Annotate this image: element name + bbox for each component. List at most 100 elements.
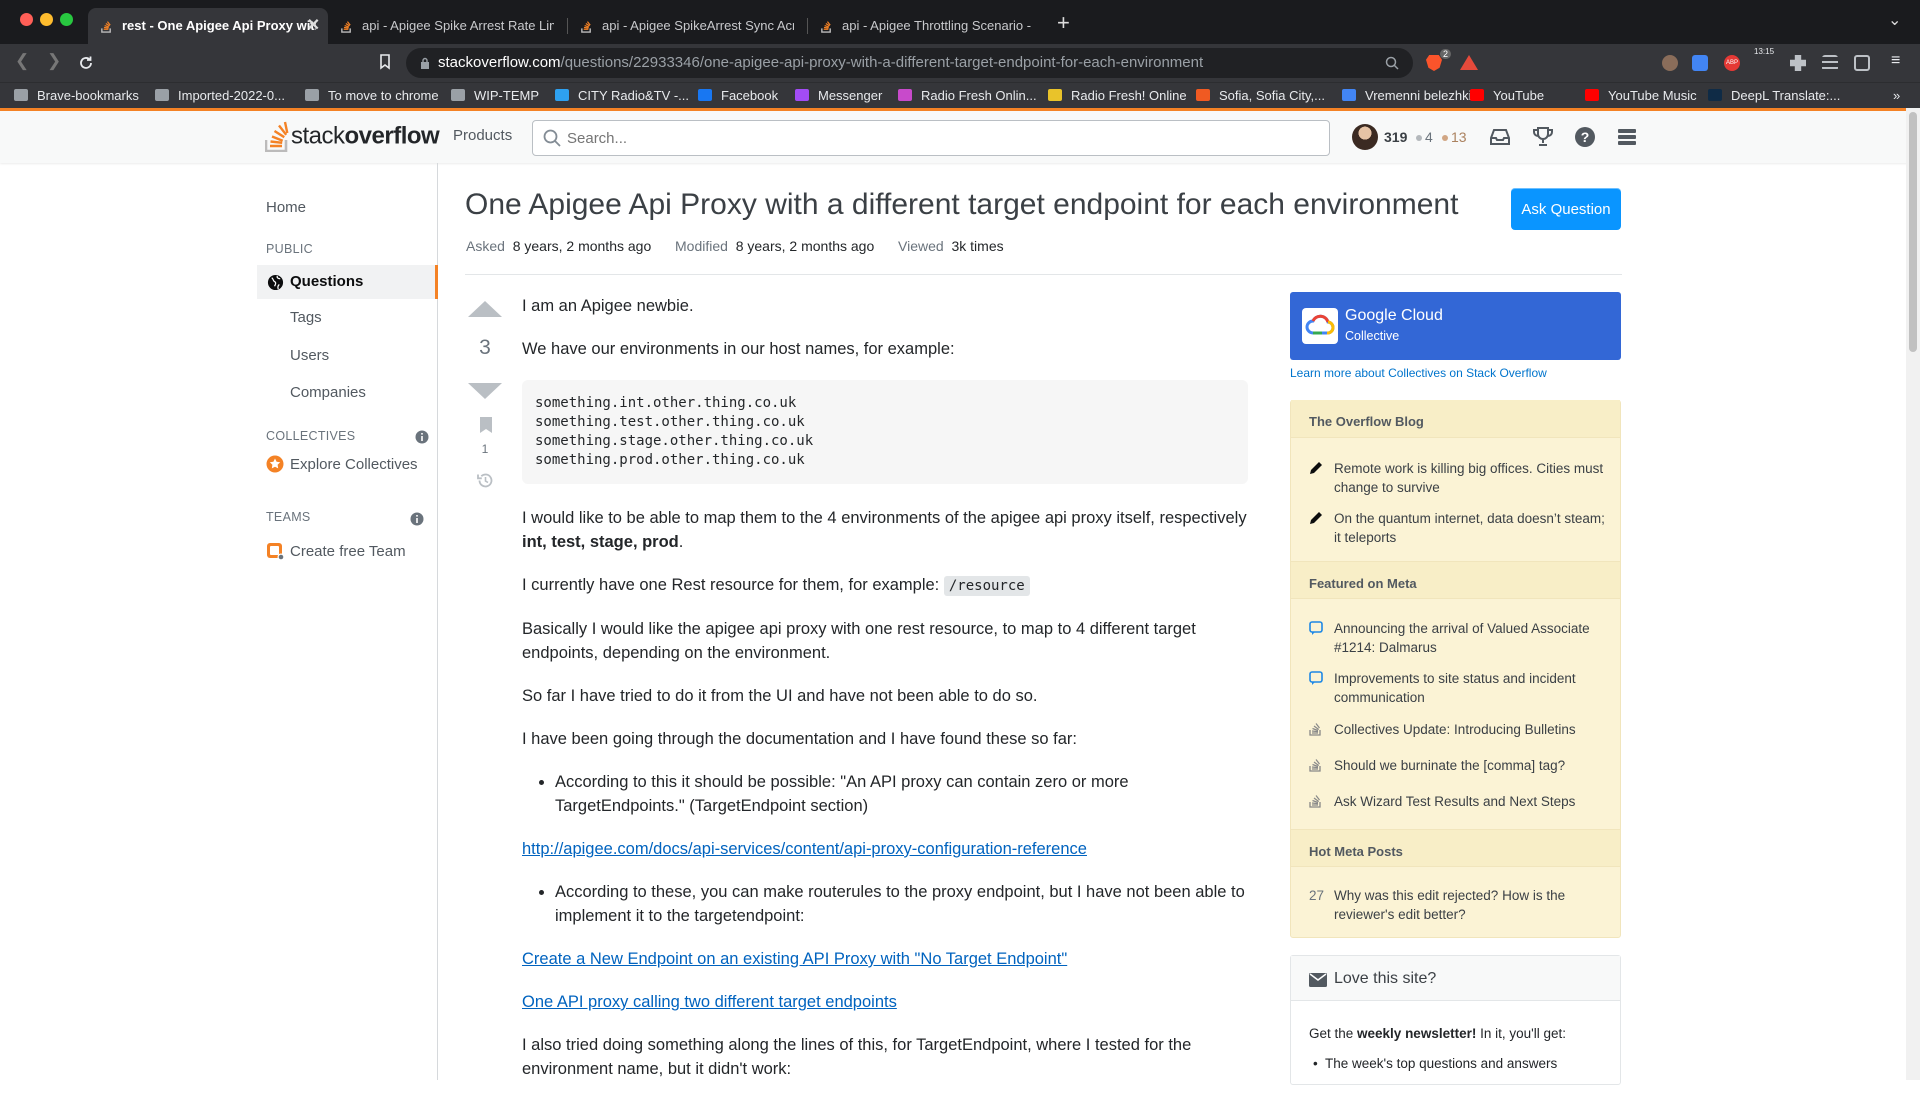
bookmark-item[interactable]: Radio Fresh Onlin... xyxy=(898,88,1037,103)
body-paragraph: http://apigee.com/docs/api-services/cont… xyxy=(522,837,1252,861)
docs-link[interactable]: http://apigee.com/docs/api-services/cont… xyxy=(522,840,1087,858)
bookmark-item[interactable]: Brave-bookmarks xyxy=(14,88,139,103)
widget-heading: The Overflow Blog xyxy=(1291,400,1620,438)
tab-search-chevron-icon[interactable]: ⌄ xyxy=(1888,10,1901,30)
back-button[interactable]: ❮ xyxy=(15,51,29,71)
inbox-icon[interactable] xyxy=(1488,125,1512,149)
nav-section-teams: TEAMS xyxy=(266,510,311,524)
stackoverflow-logo[interactable]: stackoverflow xyxy=(265,121,440,155)
bookmark-item[interactable]: Messenger xyxy=(795,88,882,103)
meta-item[interactable]: Announcing the arrival of Valued Associa… xyxy=(1309,619,1609,657)
bookmark-item[interactable]: Vremenni belezhki... xyxy=(1342,88,1482,103)
nav-companies[interactable]: Companies xyxy=(290,384,366,401)
products-link[interactable]: Products xyxy=(453,127,512,144)
site-switcher-icon[interactable] xyxy=(1615,125,1639,149)
bookmarks-bar: Brave-bookmarks Imported-2022-0... To move… xyxy=(0,82,1920,108)
bookmark-item[interactable]: Radio Fresh! Online xyxy=(1048,88,1187,103)
ask-question-button[interactable]: Ask Question xyxy=(1511,188,1621,230)
help-icon[interactable]: ? xyxy=(1573,125,1597,149)
bookmark-item[interactable]: WIP-TEMP xyxy=(451,88,539,103)
zoom-icon[interactable] xyxy=(1385,56,1399,70)
forward-button[interactable]: ❯ xyxy=(47,51,61,71)
silver-badge-icon xyxy=(1416,135,1422,141)
body-paragraph: Create a New Endpoint on an existing API… xyxy=(522,947,1252,971)
maximize-window-button[interactable] xyxy=(60,13,73,26)
bookmark-item[interactable]: DeepL Translate:... xyxy=(1708,88,1840,103)
history-icon[interactable] xyxy=(476,471,495,490)
menu-hamburger-icon[interactable]: ≡ xyxy=(1891,52,1900,70)
blog-item[interactable]: On the quantum internet, data doesn’t st… xyxy=(1309,509,1609,547)
overflow-blog-widget: The Overflow Blog Remote work is killing… xyxy=(1290,400,1621,938)
collectives-learn-more-link[interactable]: Learn more about Collectives on Stack Ov… xyxy=(1290,366,1547,380)
bookmark-icon[interactable] xyxy=(479,416,493,434)
nav-users[interactable]: Users xyxy=(290,347,329,364)
asked-label: Asked xyxy=(466,238,505,254)
wallet-icon[interactable] xyxy=(1854,55,1870,71)
modified-value[interactable]: 8 years, 2 months ago xyxy=(736,238,875,254)
address-bar[interactable]: stackoverflow.com/questions/22933346/one… xyxy=(406,48,1413,78)
meta-item[interactable]: Collectives Update: Introducing Bulletin… xyxy=(1309,720,1609,739)
newsletter-post: In it, you'll get: xyxy=(1476,1026,1566,1041)
bookmark-item[interactable]: CITY Radio&TV -... xyxy=(555,88,689,103)
achievements-trophy-icon[interactable] xyxy=(1531,125,1555,149)
avatar[interactable] xyxy=(1352,124,1378,150)
brave-shields-badge: 2 xyxy=(1440,49,1452,59)
hot-meta-count: 27 xyxy=(1309,888,1325,903)
more-bookmarks-button[interactable]: » xyxy=(1893,88,1900,103)
newsletter-widget: Love this site? Get the weekly newslette… xyxy=(1290,955,1621,1085)
blog-item[interactable]: Remote work is killing big offices. Citi… xyxy=(1309,459,1609,497)
new-tab-button[interactable]: + xyxy=(1057,10,1070,36)
tab-spike-arrest[interactable]: api - Apigee Spike Arrest Rate Limit xyxy=(328,8,566,44)
hot-meta-item[interactable]: 27 Why was this edit rejected? How is th… xyxy=(1309,886,1609,924)
bookmark-favicon-icon xyxy=(1196,89,1210,101)
silver-badge-count: 4 xyxy=(1425,129,1433,145)
upvote-arrow-icon[interactable] xyxy=(467,300,503,318)
reload-icon[interactable] xyxy=(78,55,94,71)
nav-tags[interactable]: Tags xyxy=(290,309,322,326)
bookmark-item[interactable]: Facebook xyxy=(698,88,778,103)
nav-questions[interactable]: Questions xyxy=(257,265,438,299)
nav-explore-collectives[interactable]: Explore Collectives xyxy=(290,456,418,473)
extensions-puzzle-icon[interactable] xyxy=(1790,55,1806,71)
envelope-icon xyxy=(1309,973,1327,987)
reading-list-icon[interactable] xyxy=(1822,55,1838,71)
profile-extension-icon[interactable] xyxy=(1662,55,1678,71)
scrollbar-thumb[interactable] xyxy=(1909,112,1917,352)
meta-item[interactable]: Ask Wizard Test Results and Next Steps xyxy=(1309,792,1609,811)
tab-spikearrest-sync[interactable]: api - Apigee SpikeArrest Sync Across xyxy=(568,8,806,44)
question-title[interactable]: One Apigee Api Proxy with a different ta… xyxy=(465,188,1458,222)
close-tab-icon[interactable]: ✕ xyxy=(307,8,320,44)
bookmark-label: Brave-bookmarks xyxy=(37,88,139,103)
bookmark-item[interactable]: To move to chrome xyxy=(305,88,439,103)
bookmark-page-icon[interactable] xyxy=(379,54,391,70)
related-question-link[interactable]: Create a New Endpoint on an existing API… xyxy=(522,950,1067,968)
meta-item[interactable]: Improvements to site status and incident… xyxy=(1309,669,1609,707)
related-question-link[interactable]: One API proxy calling two different targ… xyxy=(522,993,897,1011)
adblock-icon[interactable]: ABP xyxy=(1724,55,1740,71)
nav-create-team[interactable]: Create free Team xyxy=(290,543,406,560)
teams-info-icon[interactable] xyxy=(410,512,424,526)
nav-section-collectives: COLLECTIVES xyxy=(266,429,356,443)
meta-item[interactable]: Should we burninate the [comma] tag? xyxy=(1309,756,1609,775)
bookmark-item[interactable]: YouTube Music xyxy=(1585,88,1697,103)
tab-active[interactable]: rest - One Apigee Api Proxy with a diffe… xyxy=(88,8,328,44)
translate-extension-icon[interactable] xyxy=(1692,55,1708,71)
close-window-button[interactable] xyxy=(20,13,33,26)
brave-rewards-icon[interactable] xyxy=(1460,55,1478,70)
bookmark-item[interactable]: Imported-2022-0... xyxy=(155,88,285,103)
collective-card[interactable]: Google Cloud Collective xyxy=(1290,292,1621,360)
brave-shields-icon[interactable] xyxy=(1426,55,1442,71)
toolbar-time: 13:15 xyxy=(1754,47,1775,56)
meta-chat-icon xyxy=(1309,621,1323,635)
search-input[interactable] xyxy=(567,121,1307,155)
downvote-arrow-icon[interactable] xyxy=(467,382,503,400)
bookmark-item[interactable]: Sofia, Sofia City,... xyxy=(1196,88,1325,103)
body-paragraph: One API proxy calling two different targ… xyxy=(522,990,1252,1014)
bookmark-item[interactable]: YouTube xyxy=(1470,88,1544,103)
minimize-window-button[interactable] xyxy=(40,13,53,26)
bookmark-label: YouTube xyxy=(1493,88,1545,103)
tab-throttling[interactable]: api - Apigee Throttling Scenario - St xyxy=(808,8,1046,44)
collectives-info-icon[interactable] xyxy=(415,430,429,444)
nav-home[interactable]: Home xyxy=(266,199,306,216)
page-scrollbar[interactable] xyxy=(1906,108,1920,1080)
